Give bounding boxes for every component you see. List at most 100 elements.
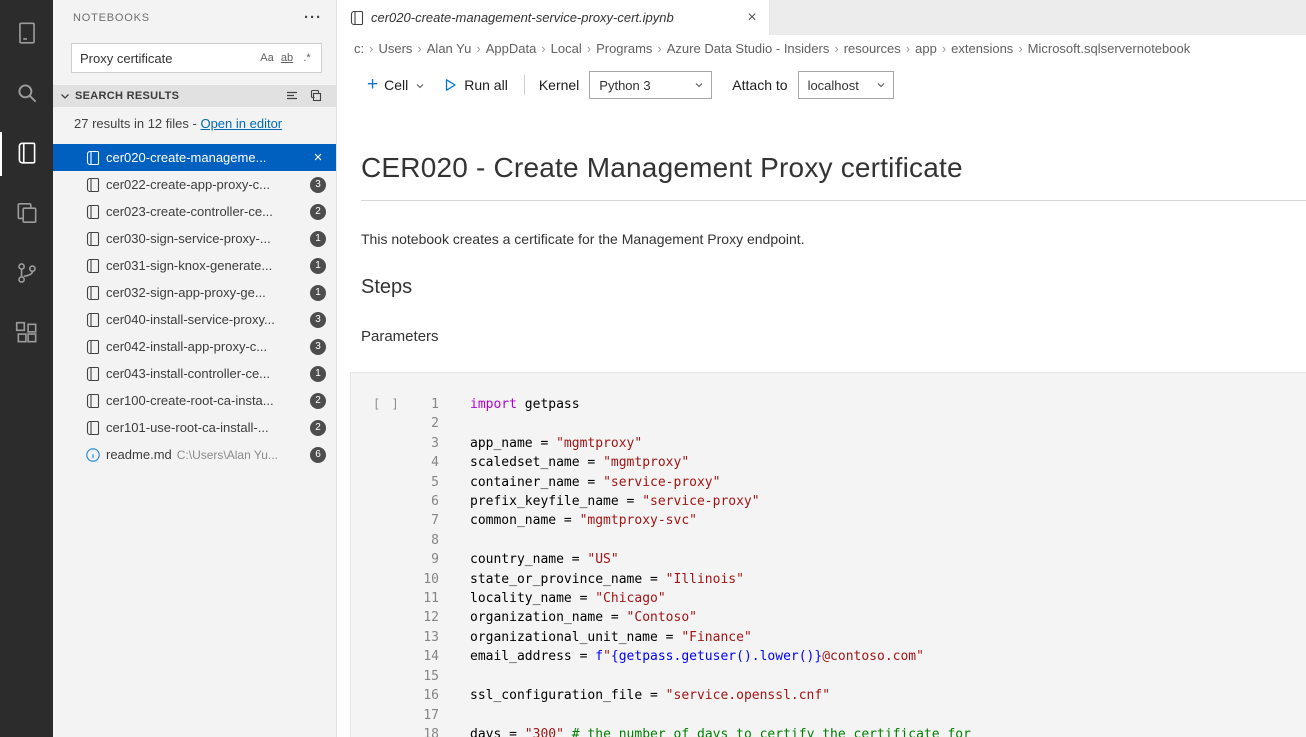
line-content[interactable]: state_or_province_name = "Illinois" bbox=[470, 572, 744, 587]
search-result-item[interactable]: cer023-create-controller-ce... 2 bbox=[53, 198, 336, 225]
line-number: 9 bbox=[351, 550, 439, 569]
code-line[interactable]: 5container_name = "service-proxy" bbox=[351, 473, 1306, 492]
line-content[interactable]: organization_name = "Contoso" bbox=[470, 610, 697, 625]
search-results-section-header[interactable]: SEARCH RESULTS bbox=[53, 85, 336, 107]
search-input[interactable] bbox=[80, 51, 257, 66]
code-line[interactable]: 1import getpass bbox=[351, 395, 1306, 414]
code-line[interactable]: 4scaledset_name = "mgmtproxy" bbox=[351, 453, 1306, 472]
search-result-item[interactable]: cer020-create-manageme... × bbox=[53, 144, 336, 171]
breadcrumb-item[interactable]: Azure Data Studio - Insiders bbox=[665, 41, 832, 56]
close-result-icon[interactable]: × bbox=[310, 149, 326, 166]
line-content[interactable]: import getpass bbox=[470, 397, 580, 412]
activity-item-notebooks[interactable] bbox=[0, 124, 53, 184]
search-result-item[interactable]: cer100-create-root-ca-insta... 2 bbox=[53, 387, 336, 414]
files-icon bbox=[14, 200, 40, 229]
breadcrumb-item[interactable]: AppData bbox=[484, 41, 539, 56]
breadcrumb-item[interactable]: c: bbox=[352, 41, 366, 56]
kernel-dropdown[interactable]: Python 3 bbox=[589, 71, 712, 99]
line-number: 12 bbox=[351, 608, 439, 627]
line-content[interactable]: container_name = "service-proxy" bbox=[470, 475, 720, 490]
line-content[interactable]: ssl_configuration_file = "service.openss… bbox=[470, 688, 830, 703]
expand-results-icon[interactable] bbox=[308, 88, 324, 104]
line-content[interactable]: scaledset_name = "mgmtproxy" bbox=[470, 455, 689, 470]
breadcrumb-item[interactable]: Microsoft.sqlservernotebook bbox=[1026, 41, 1193, 56]
line-content[interactable]: organizational_unit_name = "Finance" bbox=[470, 630, 752, 645]
notebooks-sidebar: NOTEBOOKS ··· Aa ab .* SEARCH RESULTS 27… bbox=[53, 0, 337, 737]
line-number: 3 bbox=[351, 434, 439, 453]
breadcrumb-separator-icon: › bbox=[654, 41, 664, 56]
run-all-button[interactable]: Run all bbox=[434, 73, 516, 97]
tab-notebook[interactable]: cer020-create-management-service-proxy-c… bbox=[337, 0, 770, 35]
line-content[interactable]: prefix_keyfile_name = "service-proxy" bbox=[470, 494, 760, 509]
whole-word-icon[interactable]: ab bbox=[277, 48, 297, 68]
code-line[interactable]: 9 country_name = "US" bbox=[351, 550, 1306, 569]
regex-icon[interactable]: .* bbox=[297, 48, 317, 68]
code-line[interactable]: 6prefix_keyfile_name = "service-proxy" bbox=[351, 492, 1306, 511]
activity-item-source-control[interactable] bbox=[0, 244, 53, 304]
line-number: 11 bbox=[351, 589, 439, 608]
activity-item-search[interactable] bbox=[0, 64, 53, 124]
breadcrumb-item[interactable]: resources bbox=[842, 41, 903, 56]
activity-item-connections[interactable] bbox=[0, 4, 53, 64]
match-case-icon[interactable]: Aa bbox=[257, 48, 277, 68]
line-content[interactable]: app_name = "mgmtproxy" bbox=[470, 436, 642, 451]
search-result-item[interactable]: cer031-sign-knox-generate... 1 bbox=[53, 252, 336, 279]
more-actions-icon[interactable]: ··· bbox=[304, 13, 322, 23]
line-content[interactable]: days = "300" # the number of days to cer… bbox=[470, 727, 971, 737]
result-filename: cer031-sign-knox-generate... bbox=[106, 258, 272, 273]
search-result-item[interactable]: cer101-use-root-ca-install-... 2 bbox=[53, 414, 336, 441]
server-icon bbox=[14, 20, 40, 49]
line-content[interactable]: country_name = "US" bbox=[470, 552, 619, 567]
code-line[interactable]: 7common_name = "mgmtproxy-svc" bbox=[351, 511, 1306, 530]
line-content[interactable]: email_address = f"{getpass.getuser().low… bbox=[470, 649, 924, 664]
breadcrumb-item[interactable]: extensions bbox=[949, 41, 1015, 56]
notebook-file-icon bbox=[85, 312, 101, 328]
search-result-item[interactable]: cer040-install-service-proxy... 3 bbox=[53, 306, 336, 333]
result-count-badge: 3 bbox=[310, 177, 326, 193]
result-count-badge: 1 bbox=[310, 258, 326, 274]
open-in-editor-link[interactable]: Open in editor bbox=[200, 116, 282, 131]
code-line[interactable]: 14email_address = f"{getpass.getuser().l… bbox=[351, 647, 1306, 666]
close-tab-icon[interactable]: × bbox=[743, 9, 761, 27]
search-result-item[interactable]: readme.md C:\Users\Alan Yu... 6 bbox=[53, 441, 336, 468]
code-line[interactable]: 15 bbox=[351, 667, 1306, 686]
search-result-item[interactable]: cer022-create-app-proxy-c... 3 bbox=[53, 171, 336, 198]
add-cell-button[interactable]: + Cell bbox=[359, 73, 434, 97]
breadcrumb-item[interactable]: Local bbox=[549, 41, 584, 56]
attach-to-dropdown[interactable]: localhost bbox=[798, 71, 894, 99]
code-line[interactable]: 10state_or_province_name = "Illinois" bbox=[351, 570, 1306, 589]
kernel-label: Kernel bbox=[539, 77, 579, 93]
code-line[interactable]: 18days = "300" # the number of days to c… bbox=[351, 725, 1306, 737]
code-line[interactable]: 8 bbox=[351, 531, 1306, 550]
search-result-item[interactable]: cer032-sign-app-proxy-ge... 1 bbox=[53, 279, 336, 306]
breadcrumb-separator-icon: › bbox=[538, 41, 548, 56]
collapse-all-icon[interactable] bbox=[284, 88, 300, 104]
result-filename: cer042-install-app-proxy-c... bbox=[106, 339, 267, 354]
attach-to-label: Attach to bbox=[732, 77, 787, 93]
code-line[interactable]: 11 locality_name = "Chicago" bbox=[351, 589, 1306, 608]
search-result-item[interactable]: cer043-install-controller-ce... 1 bbox=[53, 360, 336, 387]
search-result-item[interactable]: cer030-sign-service-proxy-... 1 bbox=[53, 225, 336, 252]
breadcrumb-item[interactable]: Alan Yu bbox=[425, 41, 474, 56]
summary-separator: - bbox=[189, 116, 201, 131]
breadcrumb-item[interactable]: app bbox=[913, 41, 939, 56]
search-result-item[interactable]: cer042-install-app-proxy-c... 3 bbox=[53, 333, 336, 360]
code-line[interactable]: 16ssl_configuration_file = "service.open… bbox=[351, 686, 1306, 705]
result-count-badge: 6 bbox=[310, 447, 326, 463]
code-cell[interactable]: [ ] 1import getpass23 app_name = "mgmtpro… bbox=[350, 372, 1306, 737]
code-line[interactable]: 12 organization_name = "Contoso" bbox=[351, 608, 1306, 627]
line-content[interactable]: common_name = "mgmtproxy-svc" bbox=[470, 513, 697, 528]
line-number: 13 bbox=[351, 628, 439, 647]
code-line[interactable]: 13 organizational_unit_name = "Finance" bbox=[351, 628, 1306, 647]
activity-item-extensions[interactable] bbox=[0, 304, 53, 364]
breadcrumb-item[interactable]: Programs bbox=[594, 41, 654, 56]
code-line[interactable]: 2 bbox=[351, 414, 1306, 433]
result-path: C:\Users\Alan Yu... bbox=[177, 448, 278, 462]
code-line[interactable]: 17 bbox=[351, 706, 1306, 725]
cell-execution-prompt[interactable]: [ ] bbox=[373, 397, 401, 411]
sidebar-header: NOTEBOOKS ··· bbox=[53, 0, 336, 35]
code-line[interactable]: 3 app_name = "mgmtproxy" bbox=[351, 434, 1306, 453]
line-content[interactable]: locality_name = "Chicago" bbox=[470, 591, 666, 606]
breadcrumb-item[interactable]: Users bbox=[376, 41, 414, 56]
activity-item-explorer[interactable] bbox=[0, 184, 53, 244]
